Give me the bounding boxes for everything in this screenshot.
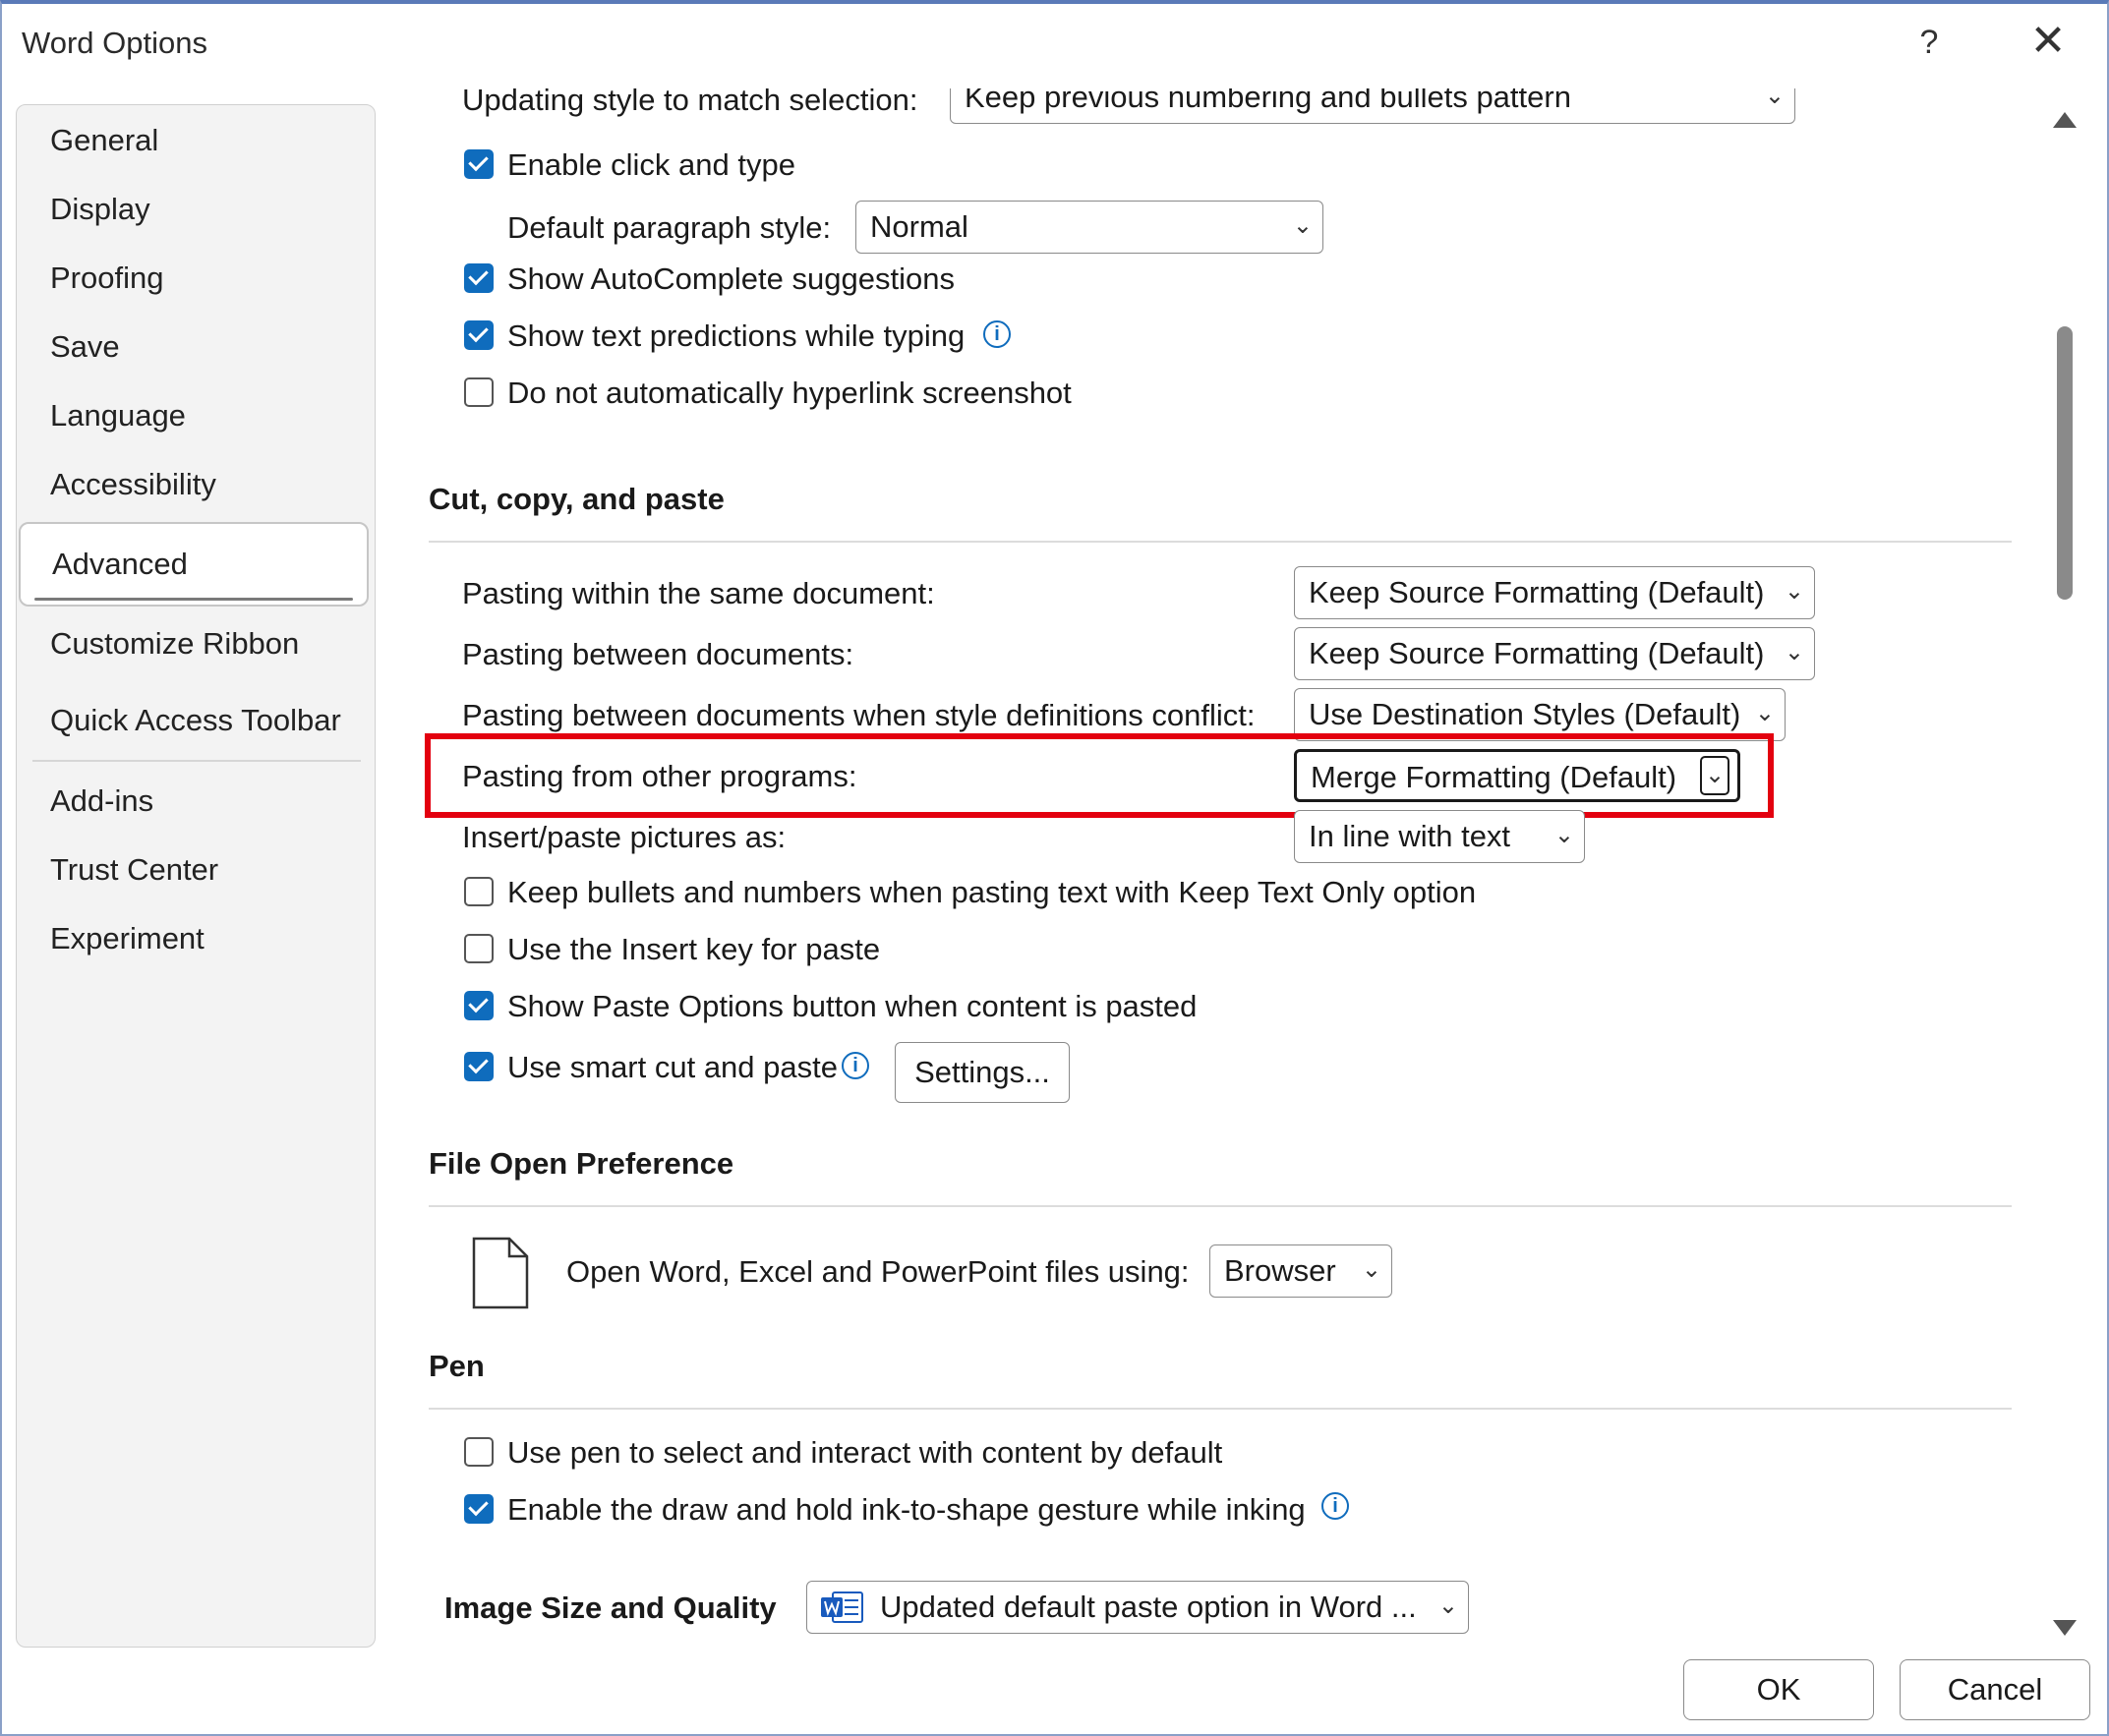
ok-button[interactable]: OK: [1683, 1659, 1874, 1720]
show-autocomplete-checkbox[interactable]: [464, 263, 494, 293]
info-icon[interactable]: i: [842, 1052, 869, 1079]
section-divider: [429, 1205, 2012, 1207]
word-document-icon: [821, 1591, 863, 1623]
nav-item-trust-center[interactable]: Trust Center: [50, 850, 218, 890]
file-open-label: Open Word, Excel and PowerPoint files us…: [566, 1254, 1190, 1289]
word-options-dialog: Word Options ? ✕ General Display Proofin…: [0, 0, 2109, 1736]
paste-style-conflict-label: Pasting between documents when style def…: [462, 698, 1256, 732]
nav-item-accessibility[interactable]: Accessibility: [50, 465, 216, 504]
nav-item-save[interactable]: Save: [50, 327, 120, 367]
paste-other-programs-dropdown[interactable]: Merge Formatting (Default) ⌄: [1294, 749, 1740, 802]
updating-style-label: Updating style to match selection:: [462, 88, 918, 117]
show-text-predictions-checkbox[interactable]: [464, 320, 494, 350]
chevron-down-icon: ⌄: [1754, 700, 1775, 726]
help-icon[interactable]: ?: [1909, 24, 1949, 62]
paste-within-doc-label: Pasting within the same document:: [462, 576, 935, 610]
insert-key-paste-checkbox[interactable]: [464, 934, 494, 963]
show-paste-options-checkbox[interactable]: [464, 991, 494, 1020]
enable-click-type-label: Enable click and type: [507, 147, 795, 182]
insert-key-paste-label: Use the Insert key for paste: [507, 932, 881, 966]
chevron-down-icon[interactable]: ⌄: [1700, 756, 1729, 795]
info-icon[interactable]: i: [1321, 1492, 1349, 1520]
file-open-value: Browser: [1224, 1253, 1336, 1288]
ink-to-shape-checkbox[interactable]: [464, 1494, 494, 1524]
chevron-down-icon: ⌄: [1764, 88, 1785, 109]
paste-style-conflict-value: Use Destination Styles (Default): [1309, 697, 1741, 731]
use-pen-label: Use pen to select and interact with cont…: [507, 1435, 1223, 1470]
settings-button[interactable]: Settings...: [895, 1042, 1070, 1103]
scroll-thumb[interactable]: [2057, 326, 2073, 600]
enable-click-type-checkbox[interactable]: [464, 149, 494, 179]
no-auto-hyperlink-checkbox[interactable]: [464, 377, 494, 407]
default-paragraph-value: Normal: [870, 209, 968, 244]
section-divider: [429, 1408, 2012, 1410]
updating-style-value: Keep previous numbering and bullets patt…: [965, 88, 1571, 114]
nav-item-add-ins[interactable]: Add-ins: [50, 781, 153, 821]
show-text-predictions-label: Show text predictions while typing: [507, 318, 966, 353]
file-open-dropdown[interactable]: Browser ⌄: [1209, 1244, 1392, 1298]
paste-within-doc-value: Keep Source Formatting (Default): [1309, 575, 1765, 609]
chevron-down-icon: ⌄: [1437, 1592, 1458, 1619]
insert-pictures-label: Insert/paste pictures as:: [462, 820, 787, 854]
nav-item-advanced[interactable]: Advanced: [19, 522, 369, 607]
ink-to-shape-label: Enable the draw and hold ink-to-shape ge…: [507, 1492, 1306, 1527]
paste-other-programs-label: Pasting from other programs:: [462, 759, 857, 793]
nav-item-proofing[interactable]: Proofing: [50, 259, 163, 298]
paste-other-programs-value: Merge Formatting (Default): [1311, 760, 1677, 794]
section-divider: [429, 541, 2012, 543]
paste-between-docs-label: Pasting between documents:: [462, 637, 854, 671]
nav-item-quick-access-toolbar[interactable]: Quick Access Toolbar: [50, 701, 341, 740]
chevron-down-icon: ⌄: [1784, 578, 1804, 605]
smart-cut-paste-label: Use smart cut and paste: [507, 1050, 838, 1084]
image-quality-dropdown[interactable]: Updated default paste option in Word ...…: [806, 1581, 1469, 1634]
nav-item-customize-ribbon[interactable]: Customize Ribbon: [50, 624, 299, 664]
dialog-title: Word Options: [22, 26, 207, 60]
options-nav: General Display Proofing Save Language A…: [16, 104, 376, 1648]
use-pen-checkbox[interactable]: [464, 1437, 494, 1467]
cancel-button[interactable]: Cancel: [1900, 1659, 2090, 1720]
smart-cut-paste-checkbox[interactable]: [464, 1052, 494, 1081]
cut-copy-paste-heading: Cut, copy, and paste: [429, 482, 725, 516]
insert-pictures-dropdown[interactable]: In line with text ⌄: [1294, 810, 1585, 863]
show-paste-options-label: Show Paste Options button when content i…: [507, 989, 1198, 1023]
document-icon: [472, 1237, 529, 1309]
insert-pictures-value: In line with text: [1309, 819, 1511, 853]
default-paragraph-label: Default paragraph style:: [507, 210, 832, 245]
paste-within-doc-dropdown[interactable]: Keep Source Formatting (Default) ⌄: [1294, 566, 1815, 619]
close-icon[interactable]: ✕: [2023, 20, 2073, 63]
scroll-down-icon[interactable]: [2053, 1620, 2077, 1636]
nav-item-general[interactable]: General: [50, 121, 158, 160]
show-autocomplete-label: Show AutoComplete suggestions: [507, 261, 955, 296]
info-icon[interactable]: i: [983, 320, 1011, 348]
pen-heading: Pen: [429, 1349, 485, 1383]
nav-item-display[interactable]: Display: [50, 190, 150, 229]
nav-separator: [32, 760, 361, 762]
image-quality-heading: Image Size and Quality: [444, 1591, 777, 1625]
scroll-up-icon[interactable]: [2053, 112, 2077, 128]
image-quality-value: Updated default paste option in Word ...: [880, 1590, 1417, 1624]
nav-item-language[interactable]: Language: [50, 396, 186, 435]
updating-style-dropdown[interactable]: Keep previous numbering and bullets patt…: [950, 88, 1795, 124]
default-paragraph-dropdown[interactable]: Normal ⌄: [855, 201, 1323, 254]
paste-between-docs-dropdown[interactable]: Keep Source Formatting (Default) ⌄: [1294, 627, 1815, 680]
nav-item-experiment[interactable]: Experiment: [50, 919, 205, 958]
keep-bullets-label: Keep bullets and numbers when pasting te…: [507, 875, 1477, 909]
file-open-heading: File Open Preference: [429, 1146, 734, 1181]
chevron-down-icon: ⌄: [1784, 639, 1804, 665]
keep-bullets-checkbox[interactable]: [464, 877, 494, 906]
chevron-down-icon: ⌄: [1361, 1256, 1381, 1283]
chevron-down-icon: ⌄: [1292, 212, 1313, 239]
paste-between-docs-value: Keep Source Formatting (Default): [1309, 636, 1765, 670]
chevron-down-icon: ⌄: [1553, 822, 1574, 848]
no-auto-hyperlink-label: Do not automatically hyperlink screensho…: [507, 376, 1072, 410]
advanced-options-panel: Updating style to match selection: Keep …: [395, 88, 2047, 1648]
